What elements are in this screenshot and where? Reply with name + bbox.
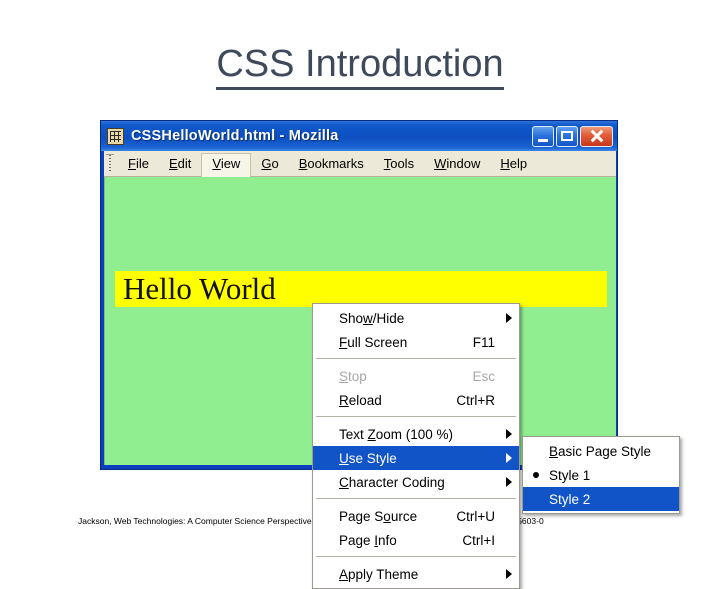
view-menu-item-label: Stop [339,368,367,384]
view-menu-item-reload[interactable]: Reload Ctrl+R [313,388,519,412]
minimize-button[interactable] [532,125,554,147]
view-menu-item-label: Text Zoom (100 %) [339,426,454,442]
window-titlebar: CSSHelloWorld.html - Mozilla [101,121,617,151]
submenu-arrow-icon [506,569,512,579]
menubar-item-bookmarks[interactable]: Bookmarks [289,153,374,175]
view-menu-item-character-coding[interactable]: Character Coding [313,470,519,494]
view-menu-separator [316,556,516,558]
page-title: CSS Introduction [0,42,720,90]
view-menu-item-use-style[interactable]: Use Style [313,446,519,470]
view-menu-item-page-info[interactable]: Page Info Ctrl+I [313,528,519,552]
style-submenu-item-style-1[interactable]: Style 1 [523,463,679,487]
view-menu-item-label: Apply Theme [339,566,419,582]
view-menu-separator [316,358,516,360]
menubar-item-file[interactable]: File [118,153,159,175]
view-menu-separator [316,498,516,500]
submenu-arrow-icon [506,453,512,463]
style-submenu-item-label: Style 1 [549,467,591,483]
view-menu-item-label: Full Screen [339,334,408,350]
view-menu-item-label: Show/Hide [339,310,405,326]
view-menu-separator [316,416,516,418]
view-menu-item-shortcut: Ctrl+U [456,508,495,524]
window-controls [532,125,617,147]
view-menu-item-label: Reload [339,392,382,408]
radio-bullet-icon [533,472,539,478]
view-menu-item-page-source[interactable]: Page Source Ctrl+U [313,504,519,528]
submenu-arrow-icon [506,313,512,323]
style-submenu-item-style-2[interactable]: Style 2 [523,487,679,511]
window-title-text: CSSHelloWorld.html - Mozilla [131,128,339,144]
view-menu-item-label: Use Style [339,450,397,466]
view-dropdown-menu: Show/Hide Full Screen F11 Stop Esc Reload Ctrl… [312,303,520,589]
maximize-button[interactable] [556,125,578,147]
view-menu-item-stop: Stop Esc [313,364,519,388]
menubar-item-go[interactable]: Go [251,153,288,175]
view-menu-item-shortcut: Ctrl+I [462,532,495,548]
view-menu-item-shortcut: Ctrl+R [456,392,495,408]
view-menu-item-text-zoom-100[interactable]: Text Zoom (100 %) [313,422,519,446]
toolbar-grip-handle[interactable] [106,153,115,175]
document-grid-icon [107,127,124,145]
style-submenu-item-label: Style 2 [549,491,591,507]
browser-window-screenshot: CSSHelloWorld.html - Mozilla File Edit Vie… [100,120,680,589]
menubar-item-window[interactable]: Window [424,153,490,175]
menubar-items: File Edit View Go Bookmarks Tools Window Help [118,151,537,177]
menubar-item-tools[interactable]: Tools [374,153,424,175]
menubar-item-help[interactable]: Help [490,153,537,175]
submenu-arrow-icon [506,429,512,439]
menubar-item-edit[interactable]: Edit [159,153,201,175]
close-button[interactable] [580,125,613,147]
view-menu-item-full-screen[interactable]: Full Screen F11 [313,330,519,354]
menubar: File Edit View Go Bookmarks Tools Window Help [104,151,616,177]
page-title-text: CSS Introduction [216,43,504,90]
view-menu-item-label: Page Info [339,532,397,548]
view-menu-item-shortcut: F11 [472,334,495,350]
view-menu-item-show-hide[interactable]: Show/Hide [313,306,519,330]
view-menu-item-label: Page Source [339,508,418,524]
use-style-submenu: Basic Page Style Style 1 Style 2 [522,436,680,514]
view-menu-item-label: Character Coding [339,474,445,490]
view-menu-item-shortcut: Esc [472,368,495,384]
view-menu-item-apply-theme[interactable]: Apply Theme [313,562,519,586]
submenu-arrow-icon [506,477,512,487]
menubar-item-view[interactable]: View [201,152,252,177]
hello-world-heading: Hello World [115,271,607,307]
style-submenu-item-basic-page-style[interactable]: Basic Page Style [523,439,679,463]
style-submenu-item-label: Basic Page Style [549,443,652,459]
